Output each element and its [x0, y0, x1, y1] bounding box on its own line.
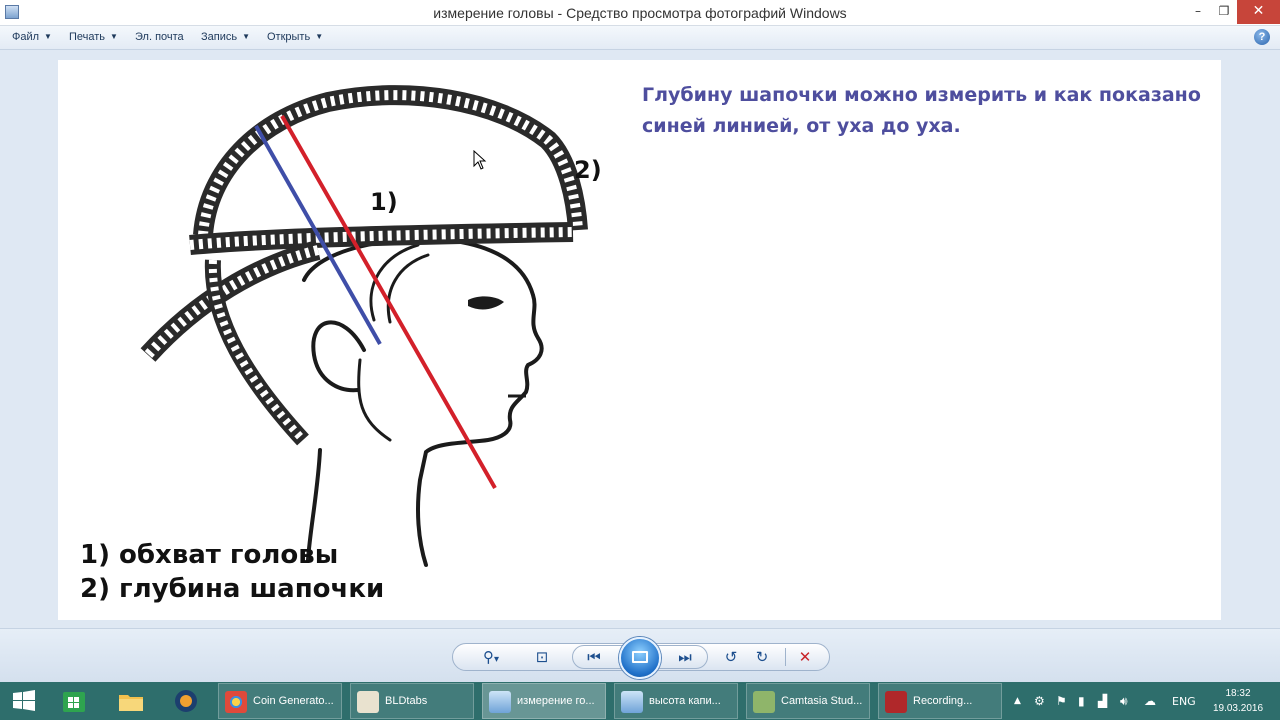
photo-viewer-icon — [489, 691, 511, 713]
rotate-right-button[interactable]: ↻ — [748, 643, 776, 671]
previous-icon: ⏮ — [587, 648, 601, 666]
taskbar-item-camtasia[interactable]: Camtasia Stud... — [746, 683, 870, 719]
volume-icon[interactable]: 🔊︎ — [1120, 694, 1128, 709]
flag-icon[interactable]: ⚑ — [1056, 694, 1067, 708]
slideshow-icon — [632, 651, 648, 663]
label-1: 1) — [370, 188, 398, 216]
taskbar: Coin Generato... BLDtabs измерение го...… — [0, 682, 1280, 720]
tray-settings-icon[interactable]: ⚙ — [1034, 694, 1045, 708]
fit-window-icon: ⊡ — [535, 648, 549, 666]
taskbar-item-label: Camtasia Stud... — [781, 695, 863, 707]
dropdown-arrow-icon: ▼ — [44, 32, 52, 41]
legend-item-1: 1) обхват головы — [80, 540, 339, 570]
red-measure-line — [280, 115, 497, 489]
next-icon: ⏭ — [678, 648, 692, 666]
dropdown-arrow-icon: ▼ — [110, 32, 118, 41]
signal-icon[interactable]: ▟ — [1098, 694, 1107, 708]
taskbar-item-label: BLDtabs — [385, 695, 428, 707]
taskbar-item-label: Coin Generato... — [253, 695, 334, 707]
taskbar-item-label: высота капи... — [649, 695, 721, 707]
legend-item-2: 2) глубина шапочки — [80, 574, 385, 604]
taskbar-item-vysota[interactable]: высота капи... — [614, 683, 738, 719]
battery-icon[interactable]: ▮ — [1078, 694, 1085, 708]
language-indicator[interactable]: ENG — [1172, 695, 1196, 708]
media-player-icon[interactable] — [171, 686, 201, 716]
actual-size-button[interactable]: ⊡ — [528, 643, 556, 671]
menu-file[interactable]: Файл ▼ — [12, 31, 52, 43]
next-button[interactable]: ⏭ — [671, 643, 699, 671]
zoom-icon: ⚲ — [482, 648, 494, 666]
head-outline — [302, 237, 544, 567]
store-icon[interactable] — [59, 686, 89, 716]
menu-open[interactable]: Открыть ▼ — [267, 31, 323, 43]
recorder-icon — [885, 691, 907, 713]
head-measurement-illustration: 1) 2) — [140, 85, 602, 567]
delete-icon: ✕ — [798, 648, 812, 666]
delete-button[interactable]: ✕ — [791, 643, 819, 671]
menu-email-label: Эл. почта — [135, 31, 184, 43]
dropdown-arrow-icon: ▼ — [315, 32, 324, 41]
photo-viewer-icon — [621, 691, 643, 713]
menu-burn-label: Запись — [201, 31, 238, 43]
menu-email[interactable]: Эл. почта — [135, 31, 184, 43]
network-icon[interactable]: ☁ — [1144, 694, 1156, 708]
clock-time: 18:32 — [1225, 688, 1251, 699]
menu-print[interactable]: Печать ▼ — [69, 31, 118, 43]
minimize-button[interactable]: – — [1185, 0, 1211, 24]
ear — [311, 320, 366, 393]
menu-file-label: Файл — [12, 31, 40, 43]
file-explorer-icon[interactable] — [116, 686, 146, 716]
photo-legend: 1) обхват головы 2) глубина шапочки — [80, 538, 384, 606]
menu-burn[interactable]: Запись ▼ — [201, 31, 250, 43]
taskbar-item-izmerenie[interactable]: измерение го... — [482, 683, 606, 719]
rotate-left-button[interactable]: ↺ — [717, 643, 745, 671]
rotate-ccw-icon: ↺ — [724, 648, 738, 666]
taskbar-item-label: Recording... — [913, 695, 973, 707]
taskbar-item-bldtabs[interactable]: BLDtabs — [350, 683, 474, 719]
dropdown-arrow-icon: ▼ — [242, 32, 251, 41]
zoom-button[interactable]: ⚲▾ — [474, 643, 508, 671]
window-title: измерение головы - Средство просмотра фо… — [433, 5, 847, 21]
label-2: 2) — [574, 156, 602, 184]
previous-button[interactable]: ⏮ — [580, 643, 608, 671]
rotate-cw-icon: ↻ — [755, 648, 769, 666]
viewer-controls: ⚲▾ ⊡ ⏮ ⏭ ↺ ↻ ✕ — [0, 628, 1280, 682]
eye — [468, 296, 504, 310]
tray-expand-icon[interactable]: ▲ — [1014, 696, 1021, 706]
menu-open-label: Открыть — [267, 31, 311, 43]
windows-start-icon[interactable] — [0, 682, 48, 720]
photo-caption: Глубину шапочки можно измерить и как пок… — [642, 84, 1201, 137]
clock[interactable]: 18:32 19.03.2016 — [1208, 686, 1268, 716]
menu-bar: Файл ▼ Печать ▼ Эл. почта Запись ▼ Открыть ▼… — [0, 26, 1280, 50]
taskbar-item-recording[interactable]: Recording... — [878, 683, 1002, 719]
title-bar: измерение головы - Средство просмотра фо… — [0, 0, 1280, 26]
help-icon[interactable]: ? — [1254, 29, 1270, 45]
menu-print-label: Печать — [69, 31, 106, 43]
hair-lines — [357, 243, 430, 442]
java-icon — [357, 691, 379, 713]
photo-area: 1) 2) Глубину шапочки можно измерить и к… — [0, 50, 1280, 628]
mouse-cursor-icon — [473, 150, 487, 170]
camtasia-icon — [753, 691, 775, 713]
close-button[interactable]: ✕ — [1237, 0, 1280, 24]
clock-date: 19.03.2016 — [1212, 703, 1264, 714]
taskbar-item-label: измерение го... — [517, 695, 595, 707]
controls-separator — [785, 648, 786, 666]
displayed-photo: 1) 2) Глубину шапочки можно измерить и к… — [58, 60, 1221, 620]
zoom-dropdown-icon: ▾ — [493, 654, 500, 665]
restore-button[interactable]: ❐ — [1211, 0, 1237, 24]
slideshow-button[interactable] — [619, 637, 661, 679]
taskbar-item-coin-generator[interactable]: Coin Generato... — [218, 683, 342, 719]
chrome-icon — [225, 691, 247, 713]
